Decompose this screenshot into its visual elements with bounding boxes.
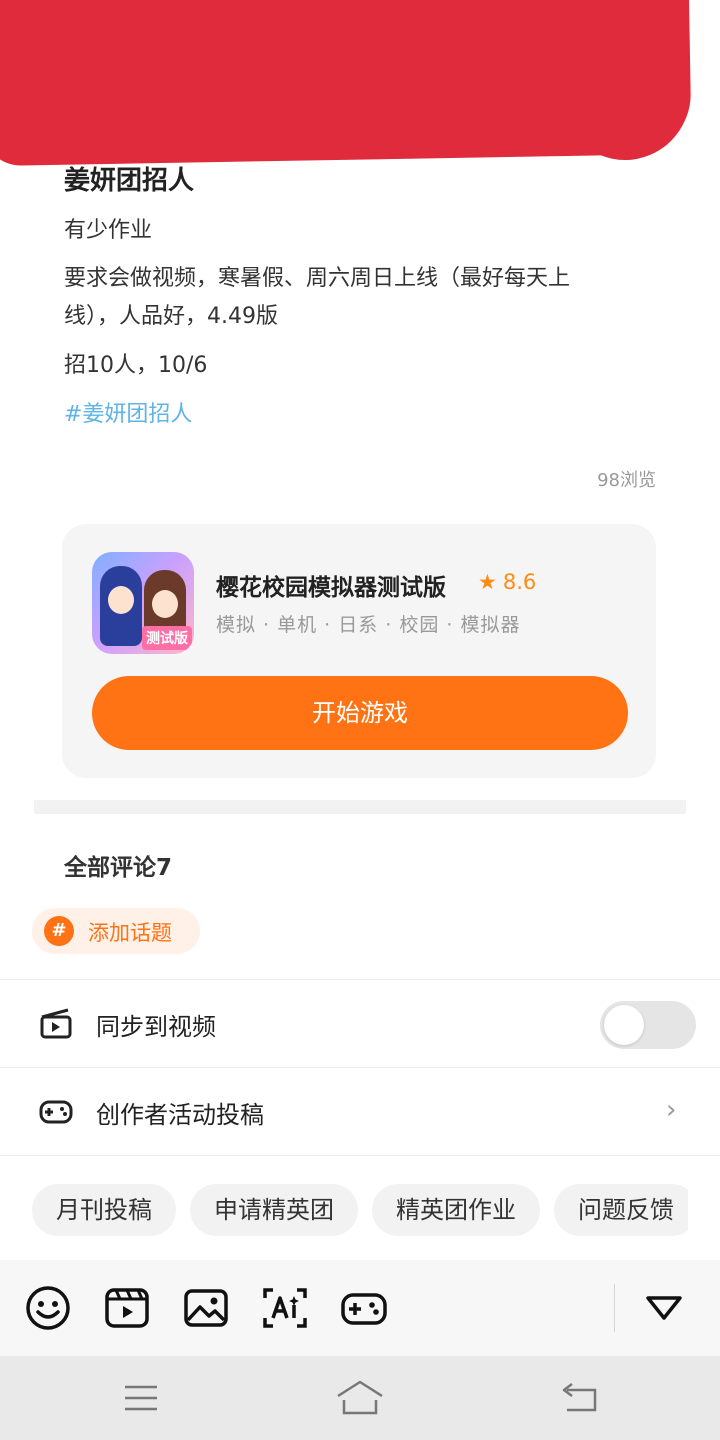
chip-feedback[interactable]: 问题反馈 bbox=[554, 1184, 688, 1236]
game-card[interactable]: 测试版 樱花校园模拟器测试版 ★ 8.6 模拟 · 单机 · 日系 · 校园 · … bbox=[62, 524, 656, 778]
post-hashtag-link[interactable]: #姜妍团招人 bbox=[64, 396, 192, 428]
divider bbox=[0, 979, 720, 980]
compose-toolbar bbox=[0, 1260, 720, 1356]
chevron-right-icon: › bbox=[666, 1095, 677, 1125]
image-icon[interactable] bbox=[182, 1284, 230, 1332]
game-app-icon[interactable]: 测试版 bbox=[92, 552, 194, 654]
post-text-line-3: 招10人，10/6 bbox=[64, 353, 208, 378]
comments-heading[interactable]: 全部评论7 bbox=[64, 848, 172, 882]
home-icon[interactable] bbox=[335, 1378, 385, 1418]
menu-icon[interactable] bbox=[116, 1378, 166, 1418]
add-topic-button[interactable]: # 添加话题 bbox=[32, 908, 200, 954]
system-nav-bar bbox=[0, 1356, 720, 1440]
quick-topic-chips: 月刊投稿 申请精英团 精英团作业 问题反馈 bbox=[32, 1184, 688, 1236]
sync-video-row[interactable]: 同步到视频 bbox=[0, 981, 720, 1067]
toolbar-separator bbox=[614, 1284, 615, 1332]
collapse-icon[interactable] bbox=[640, 1284, 688, 1332]
post-text-line-2b: 线），人品好，4.49版 bbox=[64, 304, 278, 329]
toggle-knob bbox=[604, 1005, 644, 1045]
divider bbox=[0, 1155, 720, 1156]
ai-icon[interactable] bbox=[261, 1284, 309, 1332]
post-text-line-2a: 要求会做视频，寒暑假、周六周日上线（最好每天上 bbox=[64, 266, 571, 291]
divider bbox=[0, 1067, 720, 1068]
test-version-badge: 测试版 bbox=[142, 626, 192, 650]
character-face bbox=[108, 586, 134, 614]
chip-elite-homework[interactable]: 精英团作业 bbox=[372, 1184, 540, 1236]
add-topic-label: 添加话题 bbox=[88, 921, 172, 945]
game-tags: 模拟 · 单机 · 日系 · 校园 · 模拟器 bbox=[216, 614, 521, 636]
view-count: 98浏览 bbox=[597, 470, 656, 491]
start-game-button[interactable]: 开始游戏 bbox=[92, 676, 628, 750]
character-face bbox=[152, 590, 178, 618]
sync-video-label: 同步到视频 bbox=[96, 1013, 216, 1041]
section-divider bbox=[34, 800, 686, 814]
post-title: 姜妍团招人 bbox=[64, 166, 195, 196]
star-icon: ★ bbox=[478, 570, 497, 594]
game-name[interactable]: 樱花校园模拟器测试版 bbox=[216, 568, 446, 602]
game-icon[interactable] bbox=[340, 1284, 388, 1332]
video-icon[interactable] bbox=[103, 1284, 151, 1332]
chip-apply-elite[interactable]: 申请精英团 bbox=[190, 1184, 358, 1236]
redaction-overlay-corner bbox=[560, 30, 690, 160]
clapperboard-icon bbox=[40, 1008, 72, 1039]
emoji-icon[interactable] bbox=[24, 1284, 72, 1332]
creator-submit-label: 创作者活动投稿 bbox=[96, 1101, 264, 1129]
gamepad-icon bbox=[39, 1100, 73, 1124]
post-text-line-1: 有少作业 bbox=[64, 218, 153, 243]
chip-monthly-submit[interactable]: 月刊投稿 bbox=[32, 1184, 176, 1236]
sync-video-toggle[interactable] bbox=[600, 1001, 696, 1049]
rating-value: 8.6 bbox=[502, 570, 537, 594]
hashtag-icon: # bbox=[44, 916, 74, 946]
game-rating: ★ 8.6 bbox=[478, 570, 536, 594]
back-icon[interactable] bbox=[555, 1378, 605, 1418]
creator-submit-row[interactable]: 创作者活动投稿 › bbox=[0, 1069, 720, 1155]
